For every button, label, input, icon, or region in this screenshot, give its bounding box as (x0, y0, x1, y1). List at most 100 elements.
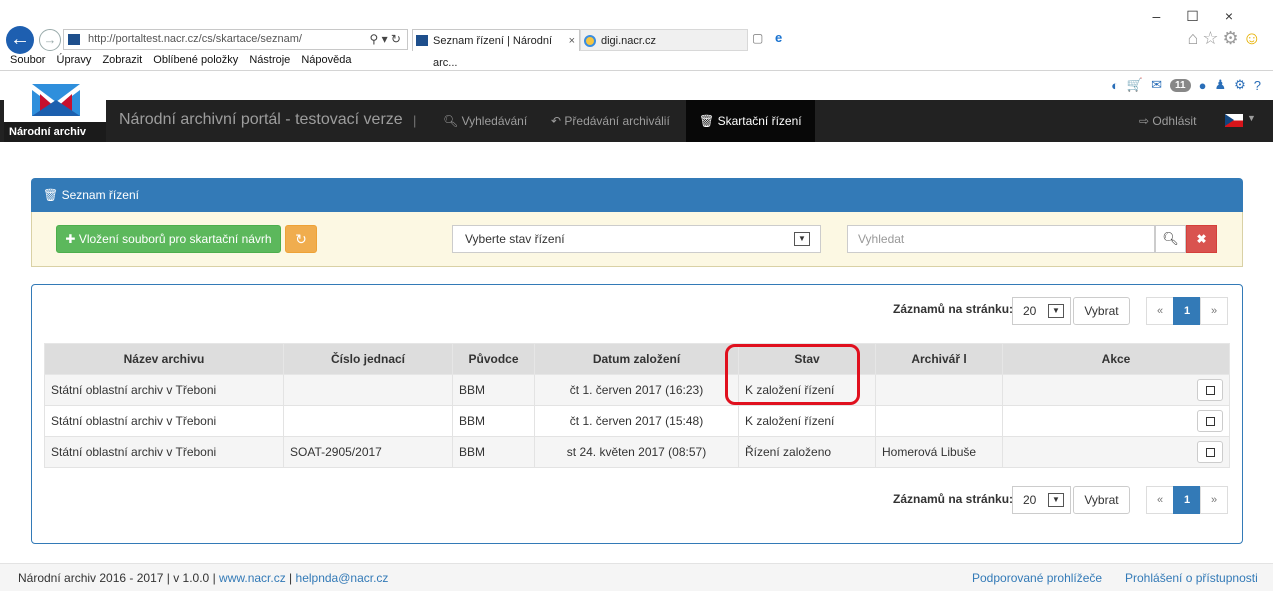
cell-created: čt 1. červen 2017 (15:48) (534, 405, 739, 437)
refresh-button[interactable]: ↻ (285, 225, 317, 253)
state-select[interactable]: Vyberte stav řízení ▼ (452, 225, 821, 253)
footer-email-link[interactable]: helpnda@nacr.cz (296, 571, 389, 585)
new-tab-icon[interactable]: ▢ (752, 31, 763, 45)
language-caret-icon[interactable]: ▼ (1247, 113, 1256, 123)
cell-actions (1002, 436, 1230, 468)
footer-browsers-link[interactable]: Podporované prohlížeče (972, 564, 1102, 591)
menu-zobrazit[interactable]: Zobrazit (102, 54, 142, 66)
open-detail-button[interactable] (1197, 379, 1223, 401)
state-select-value: Vyberte stav řízení (465, 232, 565, 246)
pagination-bottom: « 1 » (1146, 486, 1228, 514)
envelope-icon[interactable]: ✉ (1151, 77, 1162, 93)
footer-accessibility-link[interactable]: Prohlášení o přístupnosti (1125, 564, 1258, 591)
clear-button[interactable]: ✖ (1186, 225, 1217, 253)
open-detail-button[interactable] (1197, 441, 1223, 463)
col-actions: Akce (1002, 343, 1230, 375)
search-input[interactable]: Vyhledat (847, 225, 1155, 253)
comment-icon[interactable]: ● (1199, 78, 1207, 93)
footer: Národní archiv 2016 - 2017 | v 1.0.0 | w… (0, 563, 1273, 591)
refresh-icon: ↻ (295, 231, 307, 247)
cell-originator: BBM (452, 374, 535, 406)
nav-transfer[interactable]: ↶ Předávání archiválií (538, 100, 683, 142)
menu-nastroje[interactable]: Nástroje (249, 54, 290, 66)
col-created[interactable]: Datum založení (534, 343, 739, 375)
settings-gear-icon[interactable]: ⚙ (1222, 28, 1242, 48)
add-files-button[interactable]: ✚ Vložení souborů pro skartační návrh (56, 225, 281, 253)
menu-napoveda[interactable]: Nápověda (301, 54, 351, 66)
tab-favicon-icon (416, 35, 428, 46)
search-button[interactable]: 🔍︎ (1155, 225, 1186, 253)
trash-icon: 🗑︎ (699, 114, 715, 128)
footer-pipe: | (285, 571, 296, 585)
menu-upravy[interactable]: Úpravy (57, 54, 92, 66)
forward-button[interactable]: → (39, 29, 61, 51)
state-column-highlight (725, 344, 860, 405)
open-detail-button[interactable] (1197, 410, 1223, 432)
pager-prev[interactable]: « (1146, 297, 1174, 325)
col-originator[interactable]: Původce (452, 343, 535, 375)
col-archive[interactable]: Název archivu (44, 343, 284, 375)
tab-digi[interactable]: digi.nacr.cz (580, 29, 748, 51)
chevron-down-icon: ▼ (1048, 304, 1064, 318)
nav-shredding[interactable]: 🗑︎ Skartační řízení (686, 100, 815, 142)
cell-actions (1002, 374, 1230, 406)
toggle-icon[interactable]: ◐ (1111, 78, 1119, 93)
feedback-smiley-icon[interactable]: ☺ (1243, 28, 1265, 48)
edge-icon[interactable]: e (775, 30, 782, 45)
pager-next[interactable]: » (1200, 297, 1228, 325)
share-back-icon: ↶ (551, 114, 562, 128)
messages-badge[interactable]: 11 (1170, 78, 1191, 92)
nav-logout[interactable]: ⇨ Odhlásit (1126, 100, 1209, 142)
menu-soubor[interactable]: Soubor (10, 54, 45, 66)
site-favicon-icon (68, 34, 80, 45)
pager-prev[interactable]: « (1146, 486, 1174, 514)
menu-oblibene[interactable]: Oblíbené položky (153, 54, 238, 66)
browser-toolbar-icons[interactable]: ⌂☆⚙☺ (1187, 28, 1265, 49)
utility-icons: ◐ 🛒 ✉ 11 ● ♟ ⚙ ? (1111, 77, 1261, 93)
col-ref-number[interactable]: Číslo jednací (283, 343, 453, 375)
pager-current[interactable]: 1 (1173, 297, 1201, 325)
cart-icon[interactable]: 🛒 (1127, 77, 1143, 93)
choose-button[interactable]: Vybrat (1073, 297, 1130, 325)
favorites-star-icon[interactable]: ☆ (1202, 28, 1222, 48)
settings-icon[interactable]: ⚙ (1234, 77, 1246, 93)
tab-seznam-rizeni[interactable]: Seznam řízení | Národní arc... × (412, 29, 580, 69)
back-button[interactable]: ← (6, 26, 34, 54)
help-icon[interactable]: ? (1254, 78, 1261, 93)
logo[interactable]: Národní archiv (4, 78, 106, 142)
brand-title[interactable]: Národní archivní portál - testovací verz… (119, 111, 403, 129)
pager-next[interactable]: » (1200, 486, 1228, 514)
cell-archivist: Homerová Libuše (875, 436, 1003, 468)
address-url: http://portaltest.nacr.cz/cs/skartace/se… (88, 33, 302, 45)
cell-originator: BBM (452, 405, 535, 437)
per-page-select[interactable]: 20 ▼ (1012, 297, 1071, 325)
choose-button-bottom[interactable]: Vybrat (1073, 486, 1130, 514)
cell-archivist (875, 405, 1003, 437)
col-archivist[interactable]: Archivář l (875, 343, 1003, 375)
nav-search[interactable]: 🔍︎ Vyhledávání (430, 100, 540, 142)
table-row: Státní oblastní archiv v Třeboni BBM čt … (44, 374, 1230, 406)
home-icon[interactable]: ⌂ (1187, 28, 1202, 48)
address-bar[interactable]: http://portaltest.nacr.cz/cs/skartace/se… (63, 29, 408, 50)
per-page-value: 20 (1023, 493, 1037, 507)
nav-search-label: Vyhledávání (461, 114, 528, 128)
pager-current[interactable]: 1 (1173, 486, 1201, 514)
cell-ref-number (283, 405, 453, 437)
cell-archivist (875, 374, 1003, 406)
cell-created: st 24. květen 2017 (08:57) (534, 436, 739, 468)
search-refresh-icons[interactable]: ⚲ ▾ ↻ (369, 30, 401, 49)
footer-site-link[interactable]: www.nacr.cz (219, 571, 286, 585)
records-table: Název archivu Číslo jednací Původce Datu… (44, 343, 1230, 468)
tab-label: Seznam řízení | Národní arc... (433, 35, 553, 69)
window-controls[interactable]: –☐× (1152, 8, 1259, 25)
tab-close-icon[interactable]: × (569, 30, 575, 52)
per-page-select-bottom[interactable]: 20 ▼ (1012, 486, 1071, 514)
user-icon[interactable]: ♟ (1214, 77, 1226, 93)
panel-header: 🗑︎ Seznam řízení (31, 178, 1243, 212)
czech-flag-icon[interactable] (1225, 114, 1243, 127)
cell-originator: BBM (452, 436, 535, 468)
cell-state: Řízení založeno (738, 436, 876, 468)
nav-transfer-label: Předávání archiválií (564, 114, 670, 128)
table-row: Státní oblastní archiv v Třeboni BBM čt … (44, 405, 1230, 437)
plus-icon: ✚ (65, 232, 76, 246)
